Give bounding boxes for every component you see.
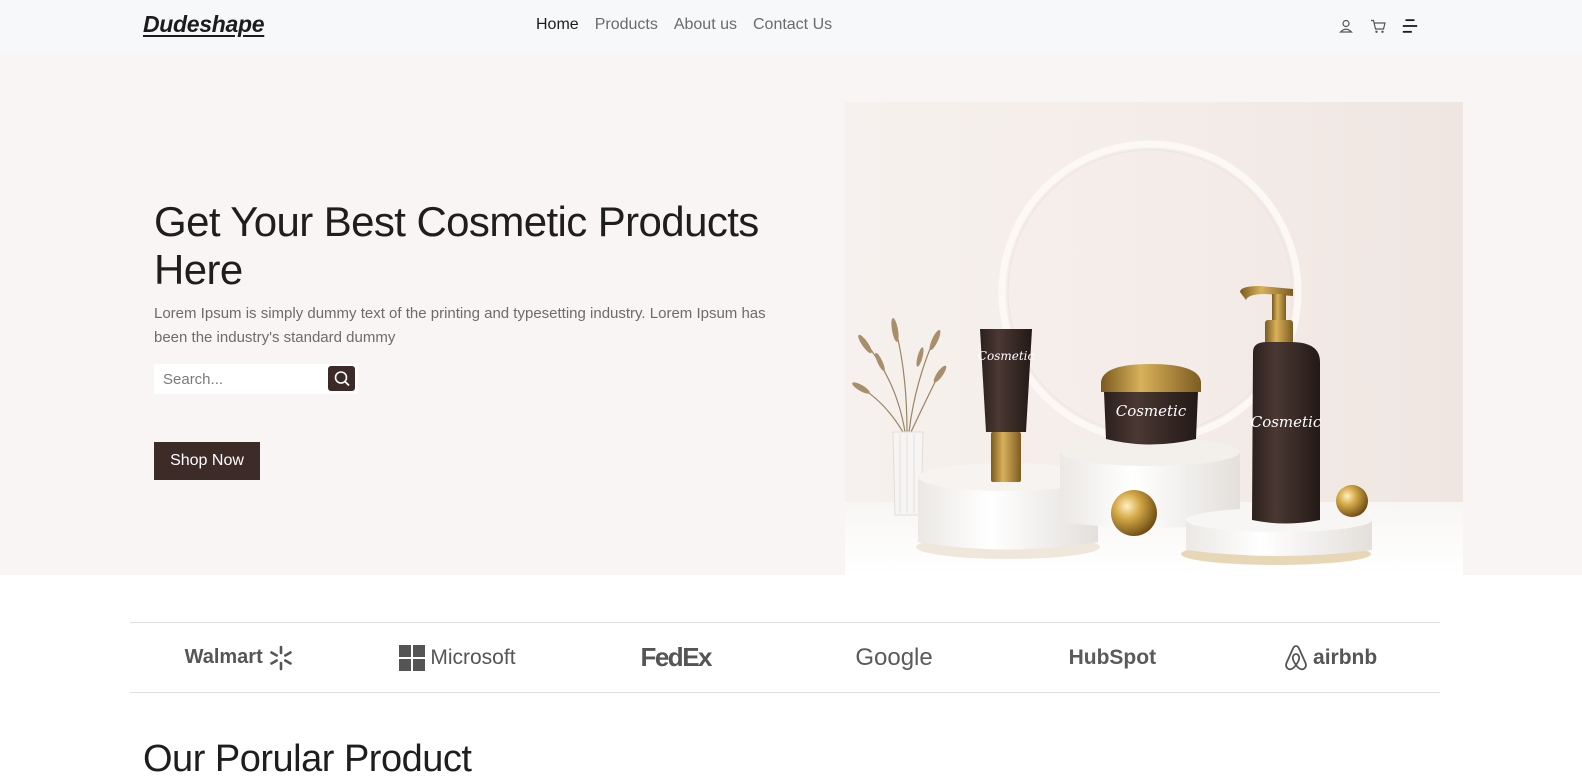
brand-google: Google: [855, 643, 933, 671]
brand-logos-strip: Walmart Microsoft FedEx Google HubSpot a…: [130, 622, 1440, 693]
hero-description: Lorem Ipsum is simply dummy text of the …: [154, 305, 766, 346]
navbar: Dudeshape Home Products About us Contact…: [0, 0, 1582, 53]
nav-link-home[interactable]: Home: [536, 16, 579, 34]
shop-now-button[interactable]: Shop Now: [154, 442, 260, 480]
user-icon[interactable]: [1337, 14, 1355, 38]
nav-link-about[interactable]: About us: [674, 16, 737, 34]
search-box: [154, 364, 358, 394]
nav-icon-group: [1337, 14, 1419, 38]
menu-icon[interactable]: [1401, 14, 1419, 38]
brand-walmart: Walmart: [130, 623, 348, 692]
microsoft-squares-icon: [399, 644, 426, 671]
nav-link-contact[interactable]: Contact Us: [753, 16, 832, 34]
hero-product-image: Cosmetic Cosmetic Cosmetic: [845, 102, 1463, 575]
search-input[interactable]: [154, 364, 324, 394]
hero-title: Get Your Best Cosmetic Products Here: [154, 198, 759, 293]
brand-microsoft: Microsoft: [348, 623, 566, 692]
jar-label: Cosmetic: [1116, 402, 1187, 420]
nav-link-products[interactable]: Products: [595, 16, 658, 34]
brand-hubspot: HubSpot: [1068, 645, 1157, 669]
bottle-label: Cosmetic: [1251, 413, 1322, 431]
tube-label: Cosmetic: [978, 349, 1035, 363]
search-button[interactable]: [328, 366, 355, 391]
walmart-spark-icon: [269, 645, 292, 670]
popular-products-title: Our Porular Product: [143, 738, 472, 780]
search-icon: [334, 370, 350, 386]
main-nav: Home Products About us Contact Us: [536, 16, 832, 34]
brand-airbnb: airbnb: [1221, 623, 1439, 692]
airbnb-belo-icon: [1285, 644, 1307, 670]
cart-icon[interactable]: [1369, 14, 1387, 38]
brand-logo[interactable]: Dudeshape: [143, 11, 265, 38]
hero-section: Get Your Best Cosmetic Products Here Lor…: [0, 53, 1582, 575]
brand-fedex: FedEx: [640, 642, 712, 672]
